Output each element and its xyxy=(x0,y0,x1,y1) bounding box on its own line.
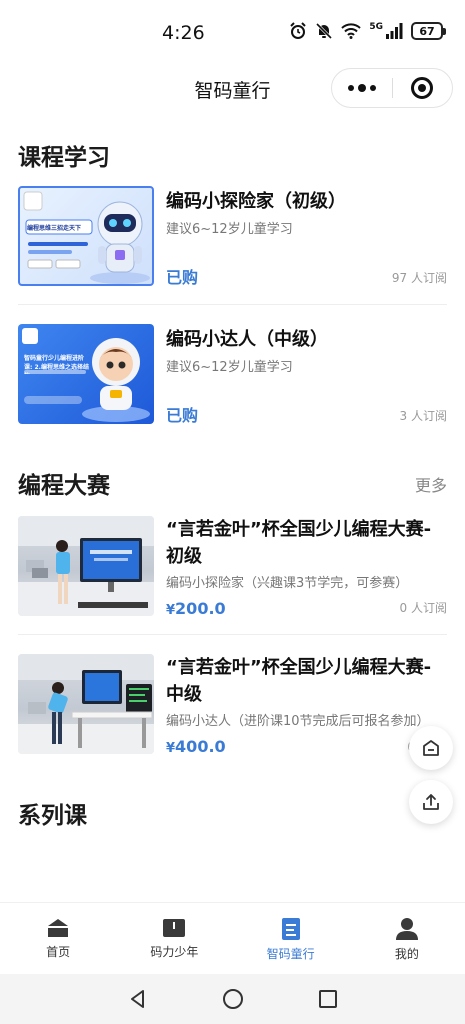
robot-illustration xyxy=(23,191,150,284)
price-tag: ¥400.0 xyxy=(166,737,226,756)
tab-zhimatonghang[interactable]: 智码童行 xyxy=(233,903,349,974)
price-tag: ¥200.0 xyxy=(166,599,226,618)
currency-symbol: ¥ xyxy=(166,741,176,756)
course-title: 编码小探险家（初级） xyxy=(166,191,346,212)
divider xyxy=(18,304,447,305)
tab-mine[interactable]: 我的 xyxy=(349,903,465,974)
astronaut-illustration xyxy=(22,328,150,422)
price-value: 200.0 xyxy=(175,599,226,618)
document-icon xyxy=(281,918,300,940)
tab-home[interactable]: 首页 xyxy=(0,903,116,974)
wifi-icon xyxy=(341,23,362,39)
contest-thumbnail xyxy=(18,654,154,754)
thumbnail-caption: 编程思维三招走天下 xyxy=(27,225,82,232)
series-section-header: 系列课 xyxy=(18,790,447,830)
user-icon xyxy=(395,918,418,940)
purchased-badge: 已购 xyxy=(166,406,199,425)
contest-subtitle: 编码小探险家（兴趣课3节学完，可参赛） xyxy=(166,576,409,591)
tab-maliyouth[interactable]: 码力少年 xyxy=(116,903,232,974)
more-link[interactable]: 更多 xyxy=(415,472,447,496)
tab-label: 我的 xyxy=(394,947,419,961)
recents-icon[interactable] xyxy=(317,988,339,1010)
contest-thumbnail xyxy=(18,516,154,616)
network-label: 5G xyxy=(369,22,383,32)
course-subtitle: 建议6~12岁儿童学习 xyxy=(166,222,293,237)
mini-program-capsule xyxy=(331,68,453,108)
tab-label: 首页 xyxy=(46,945,71,959)
contest-card[interactable]: “言若金叶”杯全国少儿编程大赛-中级 编码小达人（进阶课10节完成后可报名参加）… xyxy=(18,654,447,756)
course-title: 编码小达人（中级） xyxy=(166,329,328,350)
nav-bar: 智码童行 xyxy=(0,64,465,112)
tab-label: 码力少年 xyxy=(150,945,199,959)
divider xyxy=(18,634,447,635)
main-content[interactable]: 课程学习 编程思维三招走天下 编码小探险家（初级） 建议6~12岁儿童学习 已购… xyxy=(0,112,465,902)
more-menu-button[interactable] xyxy=(332,69,392,107)
system-navigation-bar xyxy=(0,974,465,1024)
signal-icon xyxy=(386,23,403,39)
section-title: 课程学习 xyxy=(18,145,110,171)
course-card[interactable]: 编程思维三招走天下 编码小探险家（初级） 建议6~12岁儿童学习 已购 97 人… xyxy=(18,186,447,288)
tab-label: 智码童行 xyxy=(266,947,315,961)
home-outline-icon xyxy=(423,740,439,756)
status-icons: 5G 67 xyxy=(289,22,446,40)
classroom-photo xyxy=(18,516,154,616)
home-icon xyxy=(48,919,69,937)
contest-card[interactable]: “言若金叶”杯全国少儿编程大赛-初级 编码小探险家（兴趣课3节学完，可参赛） ¥… xyxy=(18,516,447,618)
courses-section-header: 课程学习 xyxy=(18,132,447,172)
course-thumbnail: 编程思维三招走天下 xyxy=(18,186,154,286)
share-float-button[interactable] xyxy=(409,780,453,824)
section-title: 编程大赛 xyxy=(18,473,110,499)
thumbnail-caption: 智码童行少儿编程进阶课: 2.编程思维之选择结构 xyxy=(24,355,89,374)
course-subtitle: 建议6~12岁儿童学习 xyxy=(166,360,293,375)
subscriber-count: 3 人订阅 xyxy=(399,409,447,423)
purchased-badge: 已购 xyxy=(166,268,199,287)
battery-level: 67 xyxy=(419,24,435,38)
classroom-photo xyxy=(18,654,154,754)
contests-section-header: 编程大赛 更多 xyxy=(18,460,447,500)
status-time: 4:26 xyxy=(162,22,205,44)
status-bar: 4:26 5G 67 xyxy=(0,0,465,64)
battery-icon: 67 xyxy=(411,22,446,40)
target-icon xyxy=(411,77,434,99)
alarm-icon xyxy=(290,22,307,39)
currency-symbol: ¥ xyxy=(166,603,176,618)
tab-bar: 首页 码力少年 智码童行 我的 xyxy=(0,902,465,974)
subscriber-count: 97 人订阅 xyxy=(391,271,447,285)
contest-title: “言若金叶”杯全国少儿编程大赛-初级 xyxy=(166,519,432,567)
share-icon xyxy=(423,794,439,810)
price-value: 400.0 xyxy=(175,737,226,756)
contest-subtitle: 编码小达人（进阶课10节完成后可报名参加） xyxy=(166,714,430,729)
subscriber-count: 0 人订阅 xyxy=(399,601,447,615)
contest-title: “言若金叶”杯全国少儿编程大赛-中级 xyxy=(166,657,432,705)
book-icon xyxy=(163,919,186,937)
mute-icon xyxy=(316,22,333,40)
section-title: 系列课 xyxy=(18,803,87,829)
course-card[interactable]: 智码童行少儿编程进阶课: 2.编程思维之选择结构 编码小达人（中级） 建议6~1… xyxy=(18,324,447,426)
home-float-button[interactable] xyxy=(409,726,453,770)
course-thumbnail: 智码童行少儿编程进阶课: 2.编程思维之选择结构 xyxy=(18,324,154,424)
close-button[interactable] xyxy=(392,69,452,107)
back-icon[interactable] xyxy=(127,988,149,1010)
home-circle-icon[interactable] xyxy=(222,988,244,1010)
